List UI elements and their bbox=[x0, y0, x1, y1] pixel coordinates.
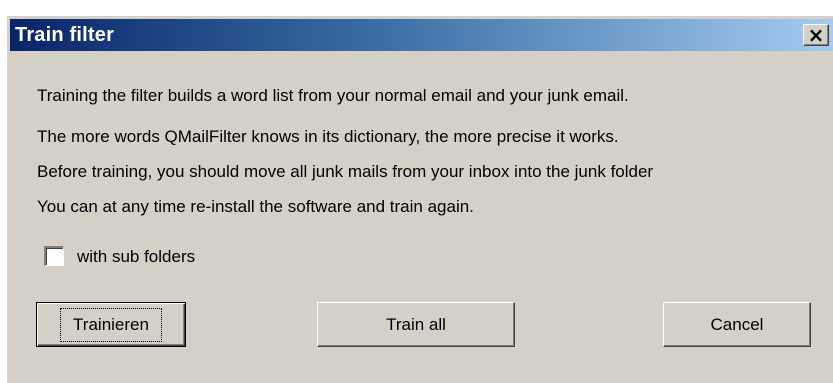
description-line-1: Training the filter builds a word list f… bbox=[37, 86, 629, 105]
train-button[interactable]: Trainieren bbox=[36, 302, 186, 347]
close-icon: × bbox=[807, 23, 825, 47]
cancel-button-label: Cancel bbox=[710, 314, 764, 334]
description-line-4: You can at any time re-install the softw… bbox=[37, 197, 474, 216]
subfolders-label[interactable]: with sub folders bbox=[77, 247, 195, 267]
description-line-3: Before training, you should move all jun… bbox=[37, 162, 654, 181]
train-filter-dialog: Train filter × Training the filter build… bbox=[6, 15, 833, 383]
train-all-button-label: Train all bbox=[386, 314, 446, 334]
close-button[interactable]: × bbox=[803, 23, 829, 47]
train-button-label: Trainieren bbox=[60, 307, 162, 342]
dialog-title: Train filter bbox=[15, 24, 115, 46]
train-all-button[interactable]: Train all bbox=[317, 302, 515, 347]
description-line-2: The more words QMailFilter knows in its … bbox=[37, 127, 619, 146]
title-bar[interactable]: Train filter × bbox=[10, 19, 833, 51]
cancel-button[interactable]: Cancel bbox=[663, 302, 811, 347]
subfolders-checkbox[interactable] bbox=[44, 246, 64, 266]
